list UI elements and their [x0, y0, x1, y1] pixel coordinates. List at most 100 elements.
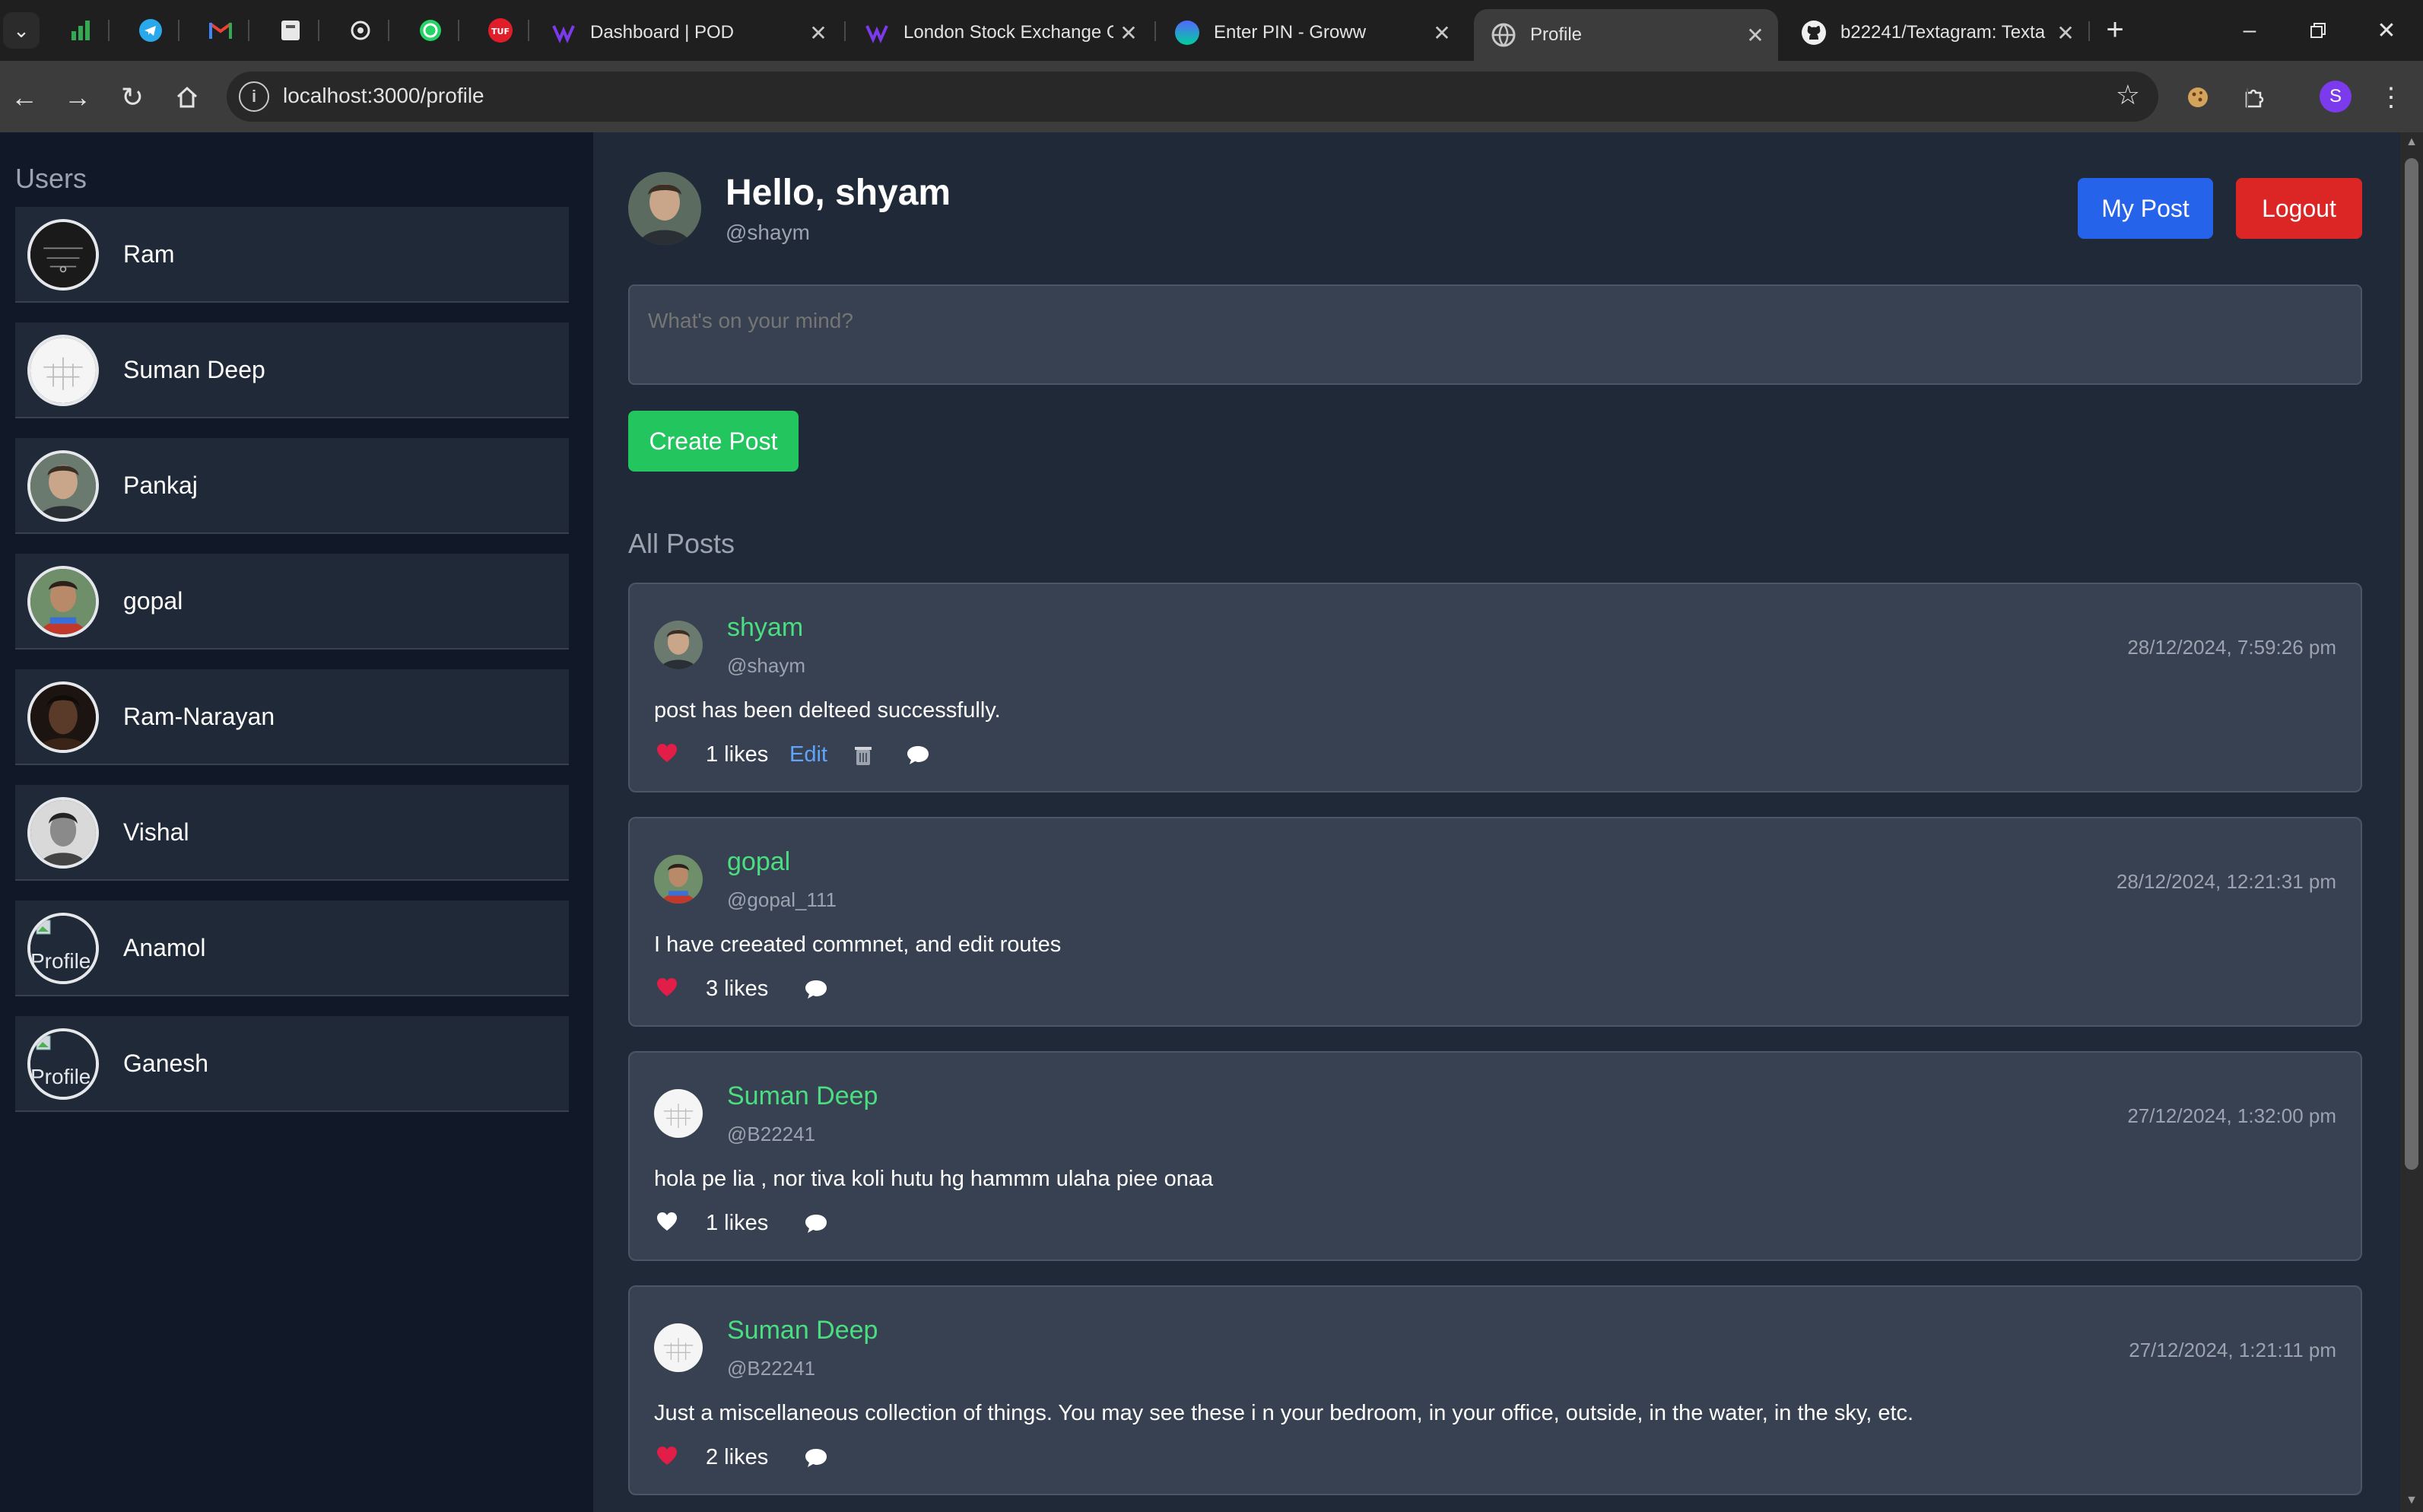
back-icon[interactable]: ← [5, 78, 44, 117]
post-timestamp: 27/12/2024, 1:21:11 pm [2129, 1339, 2336, 1361]
user-avatar: Profile [27, 913, 99, 984]
post-author-avatar[interactable] [654, 855, 703, 904]
site-info-icon[interactable]: i [239, 81, 269, 112]
heart-outline-icon[interactable] [656, 1211, 678, 1232]
like-button[interactable] [656, 977, 678, 1004]
like-button[interactable] [656, 742, 678, 770]
like-count: 1 likes [706, 742, 769, 767]
scroll-up-arrow-icon[interactable]: ▲ [2405, 135, 2418, 149]
cookie-extension-icon[interactable] [2178, 78, 2218, 117]
tab-london-stock-exchange[interactable]: London Stock Exchange G ✕ [847, 11, 1151, 55]
groww-icon [1175, 21, 1199, 45]
sidebar-user-item[interactable]: Vishal [15, 785, 569, 881]
close-icon[interactable]: ✕ [1740, 23, 1770, 48]
post-author-avatar[interactable] [654, 1323, 703, 1372]
comment-icon[interactable] [803, 1212, 829, 1235]
post-author-handle: @shaym [727, 654, 805, 677]
tuf-icon[interactable]: TUF [479, 12, 522, 49]
tab-separator [108, 20, 110, 41]
address-bar[interactable]: i localhost:3000/profile ☆ [227, 71, 2158, 122]
reload-icon[interactable]: ↻ [113, 78, 152, 117]
user-name: Ram-Narayan [123, 703, 275, 730]
post-author-name[interactable]: gopal [727, 847, 790, 877]
post-composer-input[interactable] [628, 284, 2362, 385]
comment-icon[interactable] [803, 978, 829, 1001]
browser-toolbar: ← → ↻ i localhost:3000/profile ☆ S ⋮ [0, 61, 2423, 132]
post-author-name[interactable]: shyam [727, 613, 803, 643]
sidebar-user-item[interactable]: Pankaj [15, 438, 569, 534]
notes-icon[interactable] [269, 12, 312, 49]
tab-separator [844, 21, 846, 41]
svg-text:TUF: TUF [491, 27, 510, 37]
analytics-icon[interactable] [59, 12, 102, 49]
new-tab-button[interactable]: + [2096, 11, 2134, 49]
close-icon[interactable]: ✕ [1113, 21, 1144, 46]
sidebar-user-item[interactable]: Suman Deep [15, 322, 569, 418]
tab-separator [388, 20, 389, 41]
like-button[interactable] [656, 1211, 678, 1238]
tab-github-textagram[interactable]: b22241/Textagram: Texta ✕ [1784, 11, 2088, 55]
post-author-name[interactable]: Suman Deep [727, 1316, 878, 1345]
scrollbar-thumb[interactable] [2405, 158, 2418, 1170]
profile-avatar[interactable]: S [2320, 81, 2352, 113]
avatar-alt-text: Profile [30, 949, 91, 973]
my-post-button[interactable]: My Post [2078, 178, 2213, 239]
sidebar-user-item[interactable]: Ram [15, 207, 569, 303]
post-card: Suman Deep @B22241 27/12/2024, 1:21:11 p… [628, 1285, 2362, 1495]
close-window-icon[interactable]: ✕ [2356, 8, 2417, 53]
tab-search-chevron-icon[interactable]: ⌄ [3, 12, 40, 49]
like-count: 2 likes [706, 1445, 769, 1469]
more-menu-icon[interactable]: ⋮ [2371, 78, 2411, 117]
user-avatar [27, 335, 99, 406]
tab-dashboard-pod[interactable]: Dashboard | POD ✕ [534, 11, 841, 55]
tab-groww[interactable]: Enter PIN - Groww ✕ [1158, 11, 1465, 55]
post-body: hola pe lia , nor tiva koli hutu hg hamm… [654, 1167, 1214, 1191]
close-icon[interactable]: ✕ [1427, 21, 1457, 46]
sidebar-user-item[interactable]: Ram-Narayan [15, 669, 569, 765]
whatsapp-icon[interactable] [409, 12, 452, 49]
edit-post-link[interactable]: Edit [789, 742, 827, 767]
tab-profile-active[interactable]: Profile ✕ [1474, 9, 1778, 61]
like-button[interactable] [656, 1445, 678, 1472]
address-url[interactable]: localhost:3000/profile [283, 84, 484, 108]
openai-icon[interactable] [339, 12, 382, 49]
user-name: Pankaj [123, 472, 198, 499]
heart-filled-icon[interactable] [656, 977, 678, 998]
current-user-handle: @shaym [726, 221, 810, 244]
telegram-icon[interactable] [129, 12, 172, 49]
scroll-down-arrow-icon[interactable]: ▼ [2405, 1494, 2418, 1507]
delete-trash-icon[interactable] [852, 744, 875, 767]
comment-icon[interactable] [803, 1447, 829, 1469]
create-post-button[interactable]: Create Post [628, 411, 799, 472]
user-avatar [27, 219, 99, 291]
user-avatar [27, 450, 99, 522]
heart-filled-icon[interactable] [656, 742, 678, 764]
forward-icon[interactable]: → [58, 78, 97, 117]
close-icon[interactable]: ✕ [803, 21, 834, 46]
bookmark-star-icon[interactable]: ☆ [2116, 79, 2140, 111]
sidebar-user-item[interactable]: gopal [15, 554, 569, 650]
page-scrollbar[interactable]: ▲ ▼ [2400, 132, 2423, 1512]
user-name: Vishal [123, 818, 189, 846]
all-posts-heading: All Posts [628, 528, 735, 559]
minimize-icon[interactable]: – [2219, 8, 2280, 53]
extensions-puzzle-icon[interactable] [2234, 78, 2274, 117]
post-body: post has been delteed successfully. [654, 698, 1001, 723]
heart-filled-icon[interactable] [656, 1445, 678, 1466]
broken-image-icon [36, 1035, 51, 1050]
post-author-avatar[interactable] [654, 621, 703, 669]
comment-icon[interactable] [905, 744, 931, 767]
post-author-avatar[interactable] [654, 1089, 703, 1138]
toolbar-separator [2247, 88, 2248, 108]
post-author-handle: @B22241 [727, 1123, 816, 1145]
tab-title: London Stock Exchange G [903, 22, 1113, 43]
post-author-name[interactable]: Suman Deep [727, 1082, 878, 1111]
close-icon[interactable]: ✕ [2050, 21, 2081, 46]
logout-button[interactable]: Logout [2236, 178, 2362, 239]
gmail-icon[interactable] [199, 12, 242, 49]
sidebar-user-item[interactable]: Profile Ganesh [15, 1016, 569, 1112]
restore-icon[interactable] [2288, 8, 2348, 53]
home-icon[interactable] [167, 78, 207, 117]
tab-separator [528, 20, 529, 41]
sidebar-user-item[interactable]: Profile Anamol [15, 901, 569, 996]
